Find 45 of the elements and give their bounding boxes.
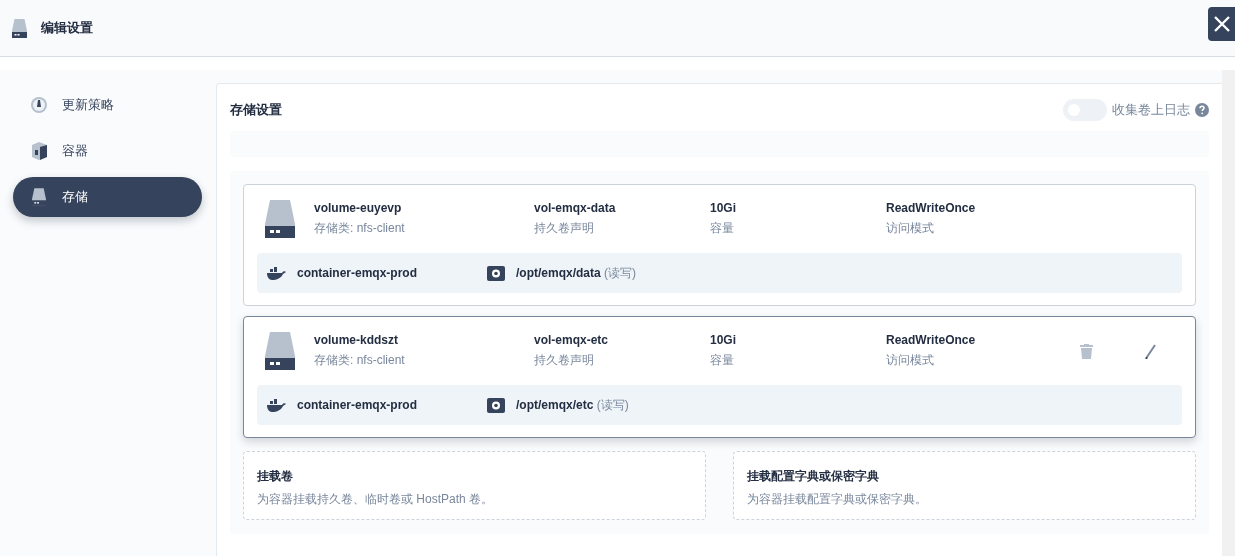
pvc-label: 持久卷声明 <box>534 220 595 237</box>
sidebar-item[interactable]: 更新策略 <box>13 85 202 125</box>
capacity-value: 10Gi <box>710 201 737 215</box>
option-description: 为容器挂载持久卷、临时卷或 HostPath 卷。 <box>257 491 495 508</box>
access-mode-label: 访问模式 <box>886 220 935 237</box>
pvc-name: vol-emqx-etc <box>534 333 610 347</box>
pencil-icon <box>1145 343 1156 359</box>
close-icon <box>1213 16 1230 32</box>
mount-option-card[interactable]: 挂载配置字典或保密字典 为容器挂载配置字典或保密字典。 <box>733 451 1196 520</box>
section-title: 存储设置 <box>230 101 282 119</box>
container-name: container-emqx-prod <box>297 266 418 280</box>
gear-icon <box>487 265 505 281</box>
access-mode-value: ReadWriteOnce <box>886 333 976 347</box>
gauge-icon <box>30 96 48 114</box>
storage-class: 存储类: nfs-client <box>314 352 406 369</box>
access-mode-value: ReadWriteOnce <box>886 201 976 215</box>
option-title: 挂载卷 <box>257 468 294 485</box>
scrollbar[interactable] <box>1222 70 1235 556</box>
pvc-label: 持久卷声明 <box>534 352 595 369</box>
trash-icon <box>1080 343 1093 359</box>
capacity-label: 容量 <box>710 352 735 369</box>
gear-icon <box>487 397 505 413</box>
option-description: 为容器挂载配置字典或保密字典。 <box>747 491 928 508</box>
whale-icon <box>267 266 286 280</box>
capacity-label: 容量 <box>710 220 735 237</box>
delete-button[interactable] <box>1078 341 1095 361</box>
container-name: container-emqx-prod <box>297 398 418 412</box>
storage-class: 存储类: nfs-client <box>314 220 406 237</box>
access-mode-label: 访问模式 <box>886 352 935 369</box>
mount-option-card[interactable]: 挂载卷 为容器挂载持久卷、临时卷或 HostPath 卷。 <box>243 451 706 520</box>
window-title: 编辑设置 <box>41 19 93 37</box>
sidebar-item[interactable]: 存储 <box>13 177 202 217</box>
sidebar-item[interactable]: 容器 <box>13 131 202 171</box>
whale-icon <box>267 398 286 412</box>
close-button[interactable] <box>1208 7 1235 41</box>
pvc-name: vol-emqx-data <box>534 201 617 215</box>
option-title: 挂载配置字典或保密字典 <box>747 468 880 485</box>
toggle-label: 收集卷上日志 <box>1112 101 1190 119</box>
volume-name: volume-kddszt <box>314 333 399 347</box>
help-icon <box>1195 103 1209 117</box>
mount-path: /opt/emqx/data (读写) <box>516 264 636 282</box>
mount-path: /opt/emqx/etc (读写) <box>516 396 629 414</box>
volume-name: volume-euyevp <box>314 201 403 215</box>
capacity-value: 10Gi <box>710 333 737 347</box>
cube-icon <box>30 142 48 160</box>
